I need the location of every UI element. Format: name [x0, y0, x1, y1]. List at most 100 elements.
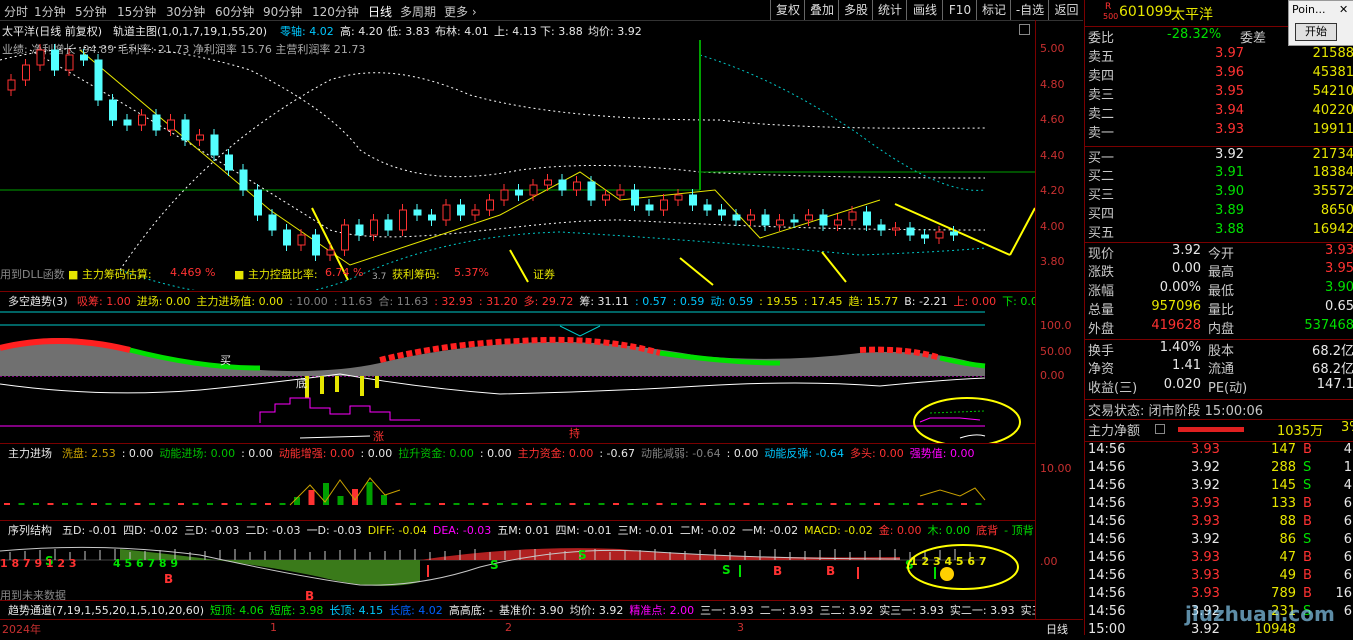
- stat-value: 419628: [1151, 318, 1201, 333]
- svg-text:B: B: [305, 589, 314, 600]
- candle: [254, 189, 262, 216]
- flow-bar: [787, 503, 793, 505]
- flow-bar: [772, 503, 779, 505]
- tab-120min[interactable]: 120分钟: [312, 3, 359, 20]
- panel2-item: : 31.20: [478, 295, 518, 308]
- flow-bars: [4, 482, 982, 505]
- candle: [500, 189, 509, 201]
- panel2-item: : 19.55: [759, 295, 798, 308]
- tab-60min[interactable]: 60分钟: [215, 3, 254, 20]
- tick-volume: 49: [1279, 568, 1296, 583]
- candle: [718, 209, 726, 216]
- panel2-title[interactable]: 多空趋势(3): [8, 293, 68, 308]
- f10-button[interactable]: F10: [942, 0, 977, 20]
- sequence-macd-chart[interactable]: S S S S S B B B B 1 8 7 9 1 2 3 4 5 6 7 …: [0, 537, 1035, 600]
- watermark: jiuzhuan.com: [1185, 602, 1335, 626]
- row-label: 卖二: [1088, 107, 1115, 122]
- weibi-value: -28.32%: [1167, 27, 1222, 42]
- panel5-title[interactable]: 趋势通道(7,19,1,55,20,1,5,10,20,60): [8, 602, 204, 617]
- panel4-item: 一D: -0.03: [306, 524, 362, 537]
- right-toolbar: 复权 叠加 多股 统计 画线 F10 标记 -自选 返回: [770, 0, 1083, 20]
- stat-label: 涨幅: [1088, 284, 1115, 299]
- tab-daily[interactable]: 日线: [368, 3, 392, 20]
- watchlist-button[interactable]: -自选: [1010, 0, 1049, 20]
- row-label: 买五: [1088, 226, 1115, 241]
- start-button[interactable]: 开始: [1295, 23, 1337, 41]
- panel4-title[interactable]: 序列结构: [8, 522, 52, 537]
- bottom-mark: 底: [296, 377, 307, 390]
- tick-count: 6: [1343, 532, 1352, 547]
- row-label: 买一: [1088, 151, 1115, 166]
- tab-timeshare[interactable]: 分时: [4, 3, 28, 20]
- candlestick-chart[interactable]: [0, 20, 1035, 290]
- flow-bar: [105, 503, 112, 505]
- tab-90min[interactable]: 90分钟: [263, 3, 302, 20]
- flow-bar: [743, 503, 750, 505]
- back-button[interactable]: 返回: [1048, 0, 1084, 20]
- candle: [790, 219, 799, 223]
- multi-stock-button[interactable]: 多股: [838, 0, 873, 20]
- p2-tick-50: 50.00: [1040, 345, 1072, 358]
- p4-tick-0: .00: [1040, 555, 1058, 568]
- panel2-item: 主力进场值: 0.00: [196, 295, 284, 308]
- panel3-item: 洗盘: 2.53: [62, 447, 116, 460]
- cyan-notch: [559, 325, 601, 337]
- stat-row: 涨幅 0.00% 最低 3.90: [1085, 280, 1353, 299]
- tick-list[interactable]: 14:56 3.93 147 B 4 14:56 3.92 288 S 1 14:56 3.92 145…: [1085, 441, 1353, 637]
- row-volume: 45381: [1312, 65, 1353, 80]
- draw-line-button[interactable]: 画线: [906, 0, 943, 20]
- flow-bar: [236, 503, 242, 505]
- tick-row: 14:56 3.93 133 B 6: [1085, 496, 1353, 514]
- panel5-header: 趋势通道(7,19,1,55,20,1,5,10,20,60) 短顶: 4.06…: [0, 602, 1035, 617]
- flow-bar: [163, 503, 170, 505]
- fuquan-button[interactable]: 复权: [770, 0, 805, 20]
- panel4-item: 三M: -0.01: [617, 524, 674, 537]
- candle: [341, 224, 349, 251]
- p3-tick-10: 10.00: [1040, 462, 1072, 475]
- candle: [326, 249, 335, 256]
- candle: [239, 169, 248, 191]
- stat-label-2: 股本: [1208, 344, 1235, 359]
- candle: [616, 189, 625, 196]
- bid-row: 买五 3.88 16942: [1085, 222, 1353, 241]
- panel-separator: [0, 520, 1035, 521]
- capital-flow-chart[interactable]: [0, 460, 1035, 520]
- overlay-button[interactable]: 叠加: [804, 0, 839, 20]
- flow-bar: [729, 503, 735, 505]
- tab-more[interactable]: 更多 ›: [444, 3, 477, 20]
- panel3-values: 洗盘: 2.53: 0.00 动能进场: 0.00: 0.00 动能增强: 0.00…: [62, 445, 980, 460]
- tick-count: 1: [1343, 460, 1352, 475]
- panel3-title[interactable]: 主力进场: [8, 445, 52, 460]
- stat-row: 总量 957096 量比 0.65: [1085, 299, 1353, 318]
- flow-bar: [91, 503, 97, 505]
- row-label: 买三: [1088, 188, 1115, 203]
- white-tail: [959, 434, 986, 439]
- row-volume: 54210: [1312, 84, 1353, 99]
- statistics-button[interactable]: 统计: [872, 0, 907, 20]
- tick-price: 3.93: [1191, 442, 1220, 457]
- tick-direction: B: [1303, 514, 1312, 529]
- stat-value-2: 147.1: [1316, 377, 1353, 392]
- netflow-toggle-icon[interactable]: [1155, 424, 1165, 434]
- tab-30min[interactable]: 30分钟: [166, 3, 205, 20]
- panel2-item: 上: 0.00: [953, 295, 997, 308]
- row-price: 3.91: [1215, 165, 1244, 180]
- bottom-bars: [305, 376, 379, 398]
- ask-row: 卖五 3.97 21588: [1085, 46, 1353, 65]
- tab-5min[interactable]: 5分钟: [75, 3, 107, 20]
- tab-multi-period[interactable]: 多周期: [400, 3, 436, 20]
- tick-volume: 789: [1271, 586, 1296, 601]
- mark-button[interactable]: 标记: [976, 0, 1011, 20]
- candle: [297, 234, 306, 246]
- candle: [196, 134, 204, 141]
- tick-count: 6: [1343, 496, 1352, 511]
- popup-title: Poin...: [1292, 3, 1326, 16]
- bid-row: 买四 3.89 8650: [1085, 203, 1353, 222]
- tab-15min[interactable]: 15分钟: [117, 3, 156, 20]
- row-label: 买二: [1088, 169, 1115, 184]
- row-volume: 8650: [1320, 203, 1353, 218]
- stat-value-2: 3.93: [1325, 243, 1353, 258]
- trend-panel-chart[interactable]: [0, 308, 1035, 443]
- tab-1min[interactable]: 1分钟: [34, 3, 66, 20]
- popup-close-icon[interactable]: ✕: [1339, 3, 1348, 16]
